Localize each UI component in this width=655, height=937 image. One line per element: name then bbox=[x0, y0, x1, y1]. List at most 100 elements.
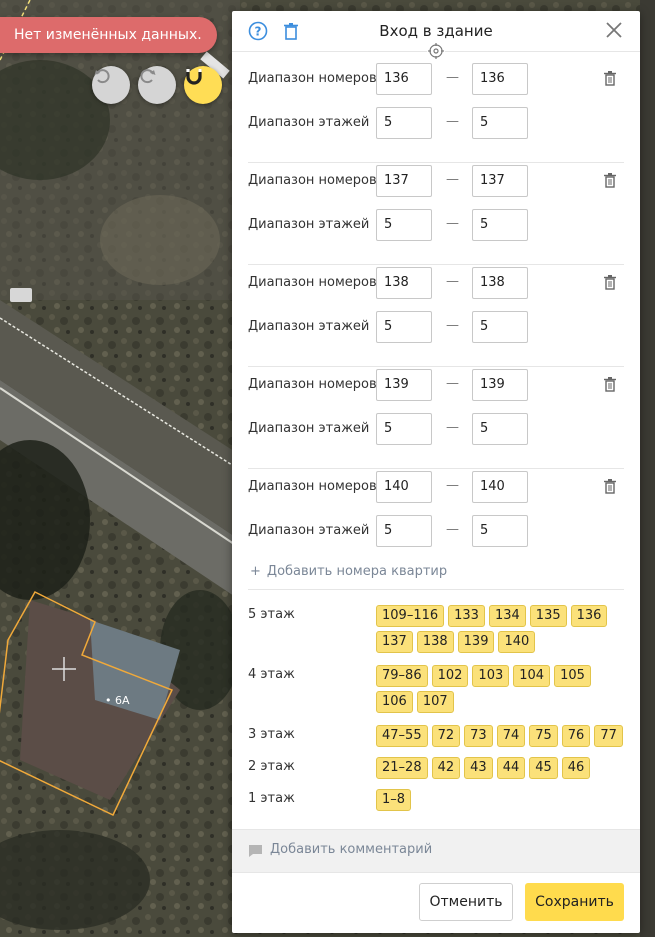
apartment-chip[interactable]: 102 bbox=[431, 665, 469, 687]
numbers-range-row: Диапазон номеров 136 — 136 bbox=[248, 63, 624, 95]
apartment-chips: 1–8 bbox=[376, 789, 628, 811]
number-from-input[interactable]: 140 bbox=[376, 471, 432, 503]
range-dash: — bbox=[446, 216, 459, 231]
save-button[interactable]: Сохранить bbox=[525, 883, 624, 921]
floor-to-input[interactable]: 5 bbox=[472, 413, 528, 445]
trash-icon[interactable] bbox=[603, 274, 617, 294]
floor-label: 1 этаж bbox=[248, 791, 295, 806]
apartment-chips: 47–55 72 73 74 75 76 77 bbox=[376, 725, 628, 747]
floor-label: 4 этаж bbox=[248, 667, 295, 682]
floors-range-row: Диапазон этажей 5 — 5 bbox=[248, 209, 624, 241]
panel-title: Вход в здание bbox=[379, 22, 493, 40]
floors-range-label: Диапазон этажей bbox=[248, 421, 370, 436]
numbers-range-label: Диапазон номеров bbox=[248, 173, 377, 188]
apartment-chip[interactable]: 135 bbox=[529, 605, 567, 627]
apartment-chip[interactable]: 76 bbox=[561, 725, 591, 747]
floors-range-label: Диапазон этажей bbox=[248, 319, 370, 334]
comment-icon bbox=[248, 844, 263, 862]
apartment-chip[interactable]: 137 bbox=[376, 631, 413, 653]
apartment-chip[interactable]: 109–116 bbox=[376, 605, 445, 627]
floor-to-input[interactable]: 5 bbox=[472, 209, 528, 241]
range-dash: — bbox=[446, 376, 459, 391]
floor-to-input[interactable]: 5 bbox=[472, 515, 528, 547]
apartment-chip[interactable]: 133 bbox=[448, 605, 485, 627]
magnet-button[interactable] bbox=[184, 66, 222, 104]
apartment-chip[interactable]: 44 bbox=[496, 757, 526, 779]
floor-to-input[interactable]: 5 bbox=[472, 107, 528, 139]
undo-button[interactable] bbox=[92, 66, 130, 104]
apartment-chip[interactable]: 107 bbox=[416, 691, 454, 713]
numbers-range-label: Диапазон номеров bbox=[248, 479, 377, 494]
redo-icon bbox=[140, 69, 156, 84]
range-dash: — bbox=[446, 172, 459, 187]
magnet-icon bbox=[186, 69, 202, 85]
floor-from-input[interactable]: 5 bbox=[376, 515, 432, 547]
trash-icon[interactable] bbox=[603, 478, 617, 498]
number-from-input[interactable]: 138 bbox=[376, 267, 432, 299]
floors-range-label: Диапазон этажей bbox=[248, 523, 370, 538]
entrance-panel: ? Вход в здание Диапазон номеров 136 — 1… bbox=[232, 11, 640, 933]
divider bbox=[248, 589, 624, 590]
undo-icon bbox=[94, 69, 110, 84]
status-text: Нет изменённых данных. bbox=[14, 27, 202, 43]
trash-icon[interactable] bbox=[603, 376, 617, 396]
numbers-range-row: Диапазон номеров 137 — 137 bbox=[248, 165, 624, 197]
number-from-input[interactable]: 137 bbox=[376, 165, 432, 197]
apartment-chip[interactable]: 72 bbox=[431, 725, 461, 747]
apartment-chip[interactable]: 105 bbox=[554, 665, 591, 687]
range-dash: — bbox=[446, 114, 459, 129]
floor-from-input[interactable]: 5 bbox=[376, 311, 432, 343]
floor-from-input[interactable]: 5 bbox=[376, 107, 432, 139]
apartment-chip[interactable]: 1–8 bbox=[376, 789, 412, 811]
panel-header: ? Вход в здание bbox=[232, 11, 640, 64]
range-dash: — bbox=[446, 274, 459, 289]
trash-icon[interactable] bbox=[603, 172, 617, 192]
apartment-chip[interactable]: 139 bbox=[457, 631, 495, 653]
apartment-chip[interactable]: 136 bbox=[570, 605, 608, 627]
redo-button[interactable] bbox=[138, 66, 176, 104]
apartment-chips: 21–28 42 43 44 45 46 bbox=[376, 757, 628, 779]
apartment-chip[interactable]: 106 bbox=[376, 691, 413, 713]
number-to-input[interactable]: 136 bbox=[472, 63, 528, 95]
number-to-input[interactable]: 140 bbox=[472, 471, 528, 503]
number-to-input[interactable]: 137 bbox=[472, 165, 528, 197]
number-from-input[interactable]: 139 bbox=[376, 369, 432, 401]
apartment-chip[interactable]: 74 bbox=[496, 725, 526, 747]
apartment-chip[interactable]: 104 bbox=[513, 665, 551, 687]
apartment-chip[interactable]: 73 bbox=[464, 725, 493, 747]
apartment-chip[interactable]: 46 bbox=[561, 757, 591, 779]
apartment-chip[interactable]: 21–28 bbox=[376, 757, 428, 779]
floor-to-input[interactable]: 5 bbox=[472, 311, 528, 343]
add-apartment-numbers-link[interactable]: + Добавить номера квартир bbox=[250, 564, 447, 579]
numbers-range-row: Диапазон номеров 139 — 139 bbox=[248, 369, 624, 401]
trash-icon[interactable] bbox=[603, 70, 617, 90]
apartment-chip[interactable]: 42 bbox=[431, 757, 461, 779]
apartment-chip[interactable]: 75 bbox=[529, 725, 558, 747]
number-from-input[interactable]: 136 bbox=[376, 63, 432, 95]
apartment-chip[interactable]: 77 bbox=[594, 725, 623, 747]
floor-from-input[interactable]: 5 bbox=[376, 413, 432, 445]
floors-range-row: Диапазон этажей 5 — 5 bbox=[248, 515, 624, 547]
floors-range-row: Диапазон этажей 5 — 5 bbox=[248, 311, 624, 343]
entry-block: Диапазон номеров 137 — 137 Диапазон этаж… bbox=[248, 163, 624, 265]
add-comment-label: Добавить комментарий bbox=[270, 842, 433, 857]
apartment-chips: 109–116 133 134 135 136 137 138 139 140 bbox=[376, 605, 628, 653]
apartment-chip[interactable]: 45 bbox=[529, 757, 558, 779]
apartment-chip[interactable]: 140 bbox=[498, 631, 536, 653]
number-to-input[interactable]: 138 bbox=[472, 267, 528, 299]
floor-from-input[interactable]: 5 bbox=[376, 209, 432, 241]
apartment-chip[interactable]: 138 bbox=[416, 631, 454, 653]
add-comment-bar[interactable]: Добавить комментарий bbox=[232, 829, 640, 873]
apartment-chip[interactable]: 47–55 bbox=[376, 725, 428, 747]
apartment-chip[interactable]: 134 bbox=[488, 605, 526, 627]
numbers-range-label: Диапазон номеров bbox=[248, 275, 377, 290]
cancel-button[interactable]: Отменить bbox=[419, 883, 513, 921]
floors-range-label: Диапазон этажей bbox=[248, 115, 370, 130]
apartment-chip[interactable]: 79–86 bbox=[376, 665, 428, 687]
close-icon[interactable] bbox=[606, 22, 622, 42]
apartment-chip[interactable]: 103 bbox=[472, 665, 510, 687]
number-to-input[interactable]: 139 bbox=[472, 369, 528, 401]
apartment-chip[interactable]: 43 bbox=[464, 757, 493, 779]
range-dash: — bbox=[446, 70, 459, 85]
numbers-range-label: Диапазон номеров bbox=[248, 71, 377, 86]
